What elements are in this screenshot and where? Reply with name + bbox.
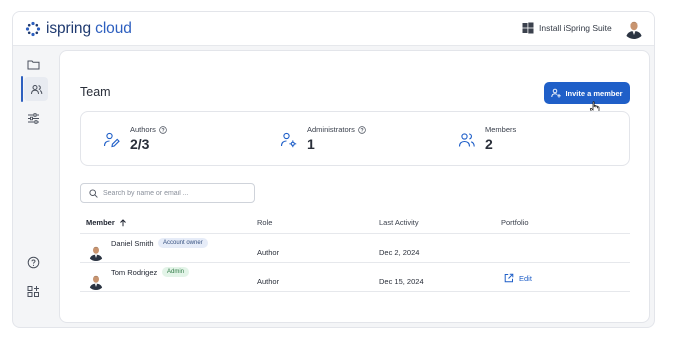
sidebar: DT: [13, 46, 53, 327]
invite-member-button[interactable]: Invite a member: [544, 82, 630, 104]
install-label: Install iSpring Suite: [539, 23, 612, 33]
sidebar-item-team[interactable]: [24, 77, 48, 101]
sidebar-item-apps[interactable]: [23, 281, 43, 301]
table-row: Daniel Smith Account owner Author Dec 2,…: [80, 234, 630, 262]
user-avatar[interactable]: [623, 17, 645, 39]
app-window: ispring cloud Install iSpring Suite Team…: [12, 11, 655, 328]
team-stats-card: Authors 2/3 Administrators 1 Members 2: [80, 111, 630, 166]
team-icon: [30, 84, 42, 94]
help-icon: [27, 256, 39, 268]
logo-text-main: ispring: [46, 20, 91, 37]
member-role: Author: [257, 248, 280, 257]
author-pen-icon: [103, 131, 121, 149]
member-search[interactable]: [80, 183, 255, 203]
help-circle-icon[interactable]: [159, 125, 167, 134]
portfolio-edit-label: Edit: [519, 273, 532, 283]
add-user-icon: [551, 88, 562, 98]
portfolio-edit-link[interactable]: Edit: [504, 273, 532, 283]
ispring-cloud-logo[interactable]: ispring cloud: [23, 19, 132, 39]
invite-member-label: Invite a member: [565, 88, 623, 98]
stat-administrators-label: Administrators: [307, 125, 366, 134]
sidebar-item-help[interactable]: [23, 252, 43, 272]
stat-authors-label: Authors: [130, 125, 167, 134]
stat-authors-value: 2/3: [130, 136, 150, 152]
arrow-up-icon: [119, 218, 126, 226]
apps-add-icon: [27, 285, 39, 297]
logo-text: ispring cloud: [46, 19, 132, 39]
member-name[interactable]: Tom Rodrigez: [111, 268, 157, 277]
stat-authors-label-text: Authors: [130, 125, 156, 134]
column-header-portfolio: Portfolio: [501, 218, 529, 227]
admin-gear-icon: [280, 131, 298, 149]
member-avatar: [87, 272, 105, 290]
search-icon: [89, 188, 98, 198]
top-bar: ispring cloud Install iSpring Suite: [13, 12, 654, 46]
logo-text-cloud: cloud: [90, 20, 132, 37]
account-owner-badge: Account owner: [158, 238, 208, 248]
stat-administrators-label-text: Administrators: [307, 125, 355, 134]
settings-sliders-icon: [27, 112, 39, 124]
search-input[interactable]: [103, 189, 253, 197]
member-name[interactable]: Daniel Smith: [111, 239, 154, 248]
windows-icon: [522, 22, 534, 34]
sidebar-active-indicator: [21, 76, 23, 102]
stat-members-label-text: Members: [485, 125, 517, 134]
column-header-member[interactable]: Member: [86, 218, 127, 227]
admin-badge: Admin: [162, 267, 190, 277]
member-last-activity: Dec 15, 2024: [379, 277, 424, 286]
help-circle-icon[interactable]: [358, 125, 366, 134]
main-content: Team Invite a member Authors 2/3 Adminis…: [59, 50, 650, 323]
row-divider: [80, 291, 630, 292]
stat-members-value: 2: [485, 136, 493, 152]
column-header-member-label: Member: [86, 218, 115, 227]
folder-icon: [27, 60, 39, 69]
table-row: Tom Rodrigez Admin Author Dec 15, 2024 E…: [80, 263, 630, 291]
stat-members-label: Members: [485, 125, 516, 134]
member-avatar: [87, 243, 105, 261]
column-header-last-activity: Last Activity: [379, 218, 419, 227]
members-icon: [458, 131, 476, 149]
sidebar-item-settings[interactable]: [23, 108, 43, 128]
sidebar-item-content[interactable]: [23, 54, 43, 74]
external-link-icon: [504, 273, 514, 283]
user-avatar-image: [623, 17, 645, 39]
ispring-logo-icon: [25, 21, 41, 37]
member-role: Author: [257, 277, 280, 286]
stat-administrators-value: 1: [307, 136, 315, 152]
member-last-activity: Dec 2, 2024: [379, 248, 420, 257]
install-ispring-suite-link[interactable]: Install iSpring Suite: [522, 22, 612, 34]
page-title: Team: [80, 85, 111, 99]
column-header-role: Role: [257, 218, 273, 227]
